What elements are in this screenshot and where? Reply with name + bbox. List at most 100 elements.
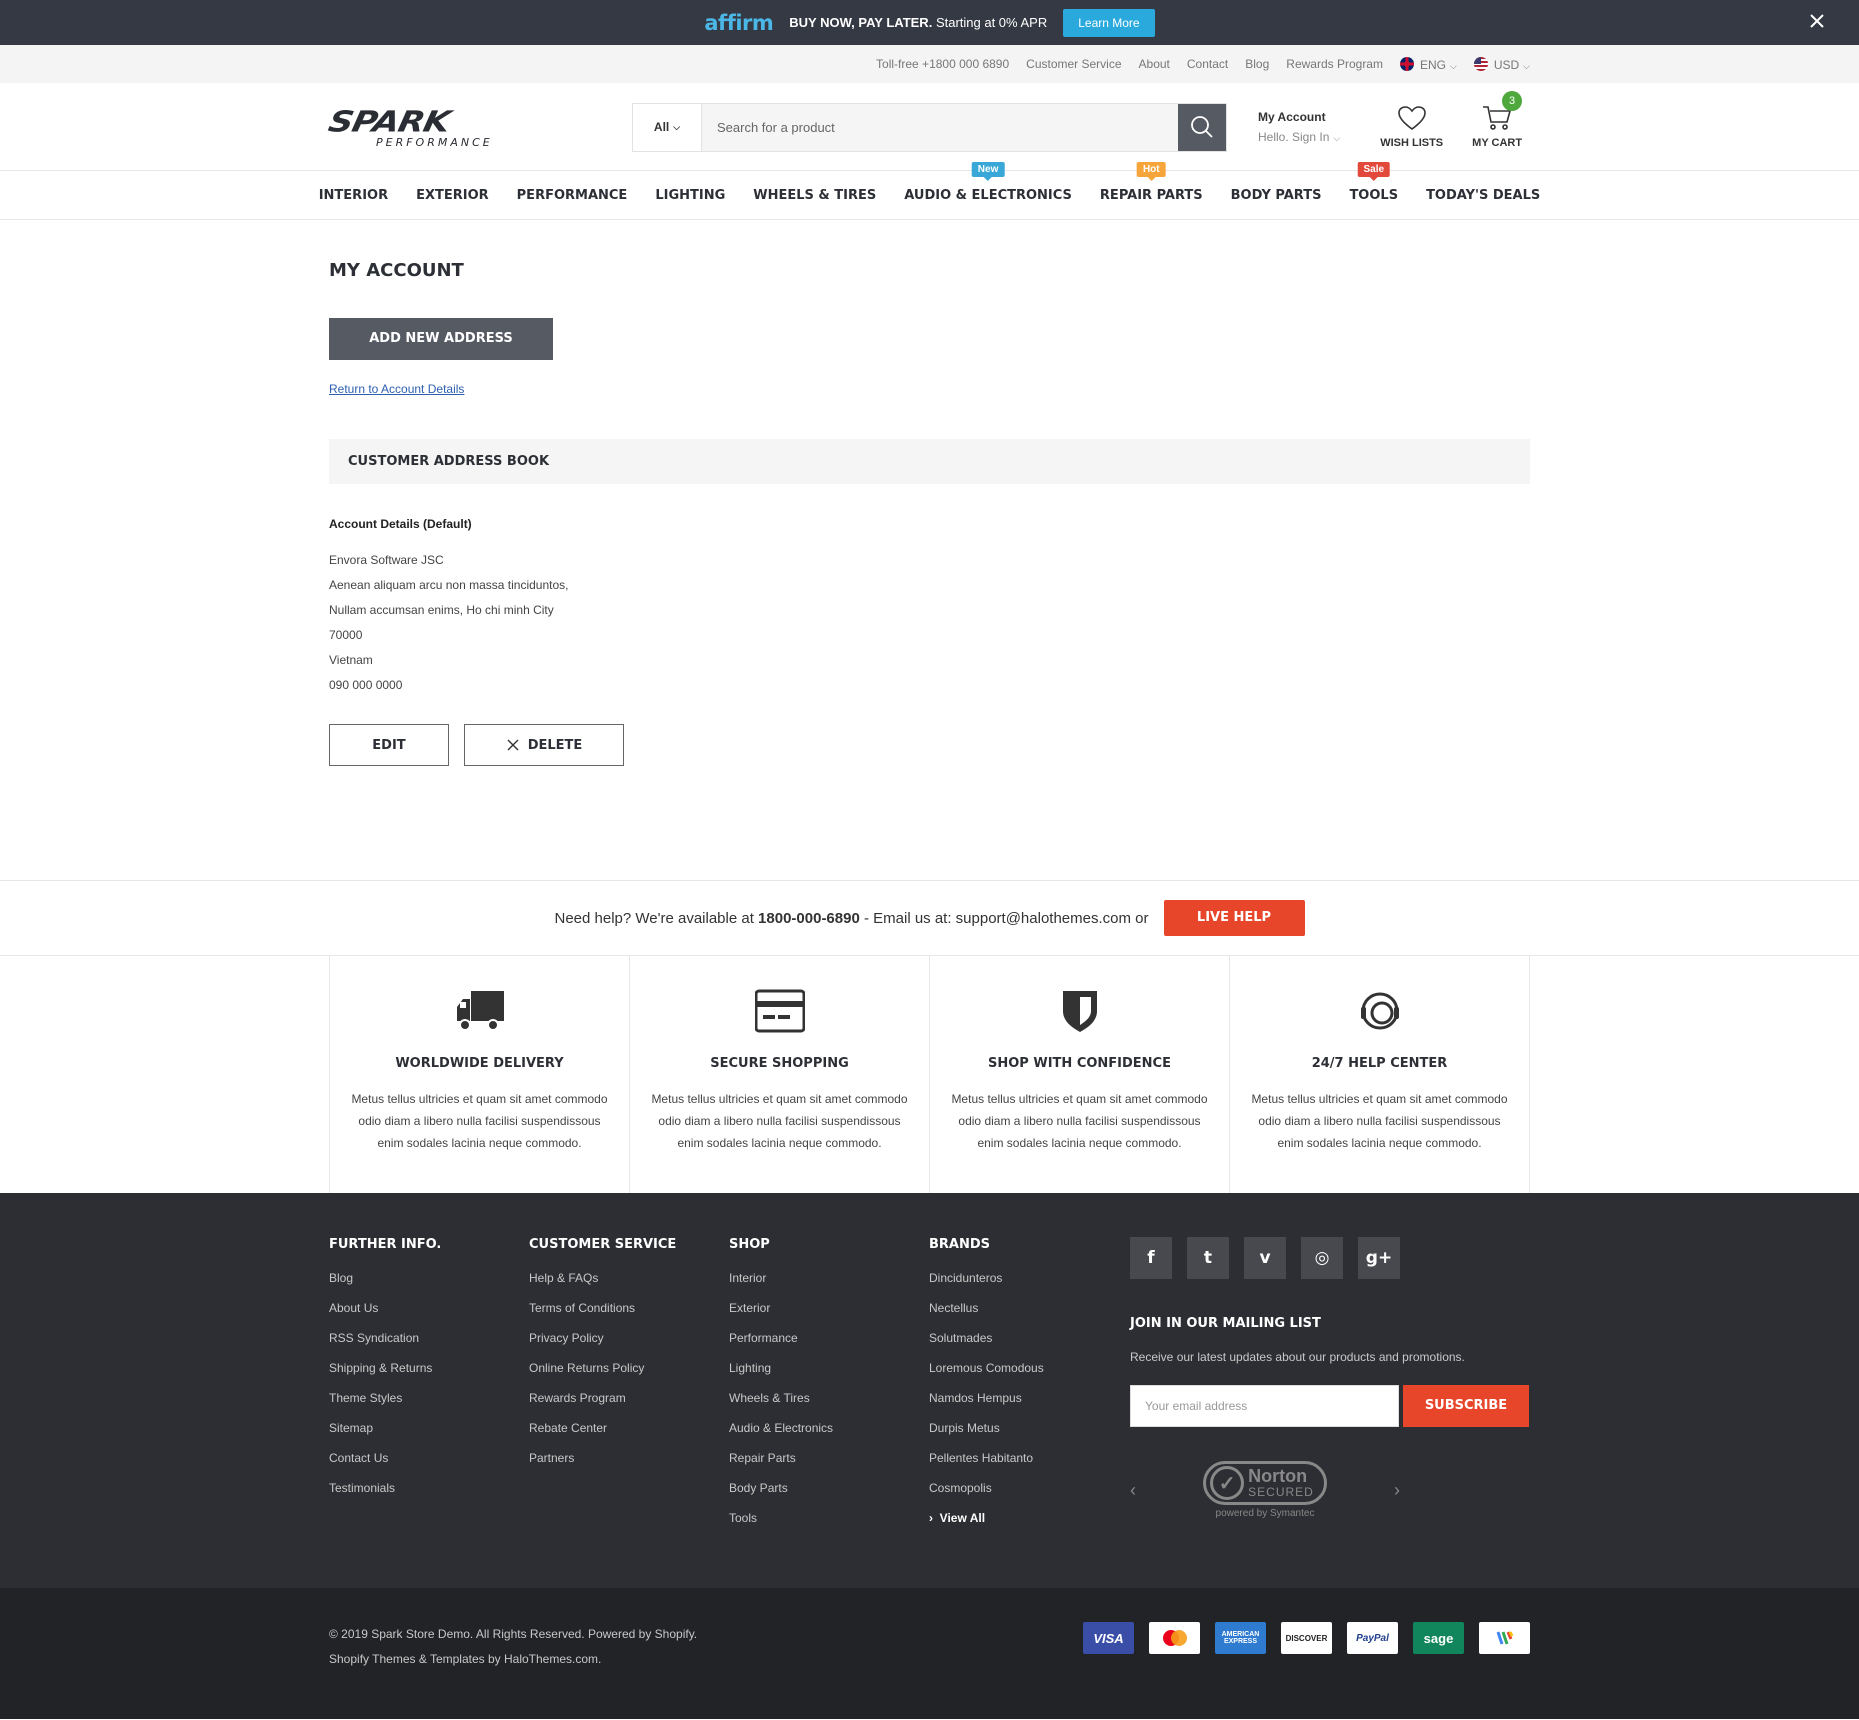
topbar-link-contact[interactable]: Contact — [1187, 57, 1228, 71]
account-menu[interactable]: My Account Hello. Sign In ⌵ — [1258, 107, 1340, 148]
instagram-icon[interactable]: ◎ — [1301, 1237, 1343, 1279]
view-all-brands-link[interactable]: › View All — [929, 1511, 1129, 1541]
footer-link[interactable]: About Us — [329, 1301, 529, 1331]
footer-link[interactable]: Cosmopolis — [929, 1481, 1129, 1511]
live-help-button[interactable]: LIVE HELP — [1163, 900, 1305, 936]
topbar-link-customer-service[interactable]: Customer Service — [1026, 57, 1121, 71]
search-category-select[interactable]: All ⌵ — [633, 103, 702, 151]
chevron-right-icon[interactable]: › — [1394, 1480, 1400, 1501]
return-to-account-link[interactable]: Return to Account Details — [329, 382, 1530, 396]
help-strip: Need help? We're available at 1800-000-6… — [0, 880, 1859, 956]
address-block: Envora Software JSC Aenean aliquam arcu … — [329, 548, 1530, 698]
language-selector[interactable]: ENG ⌵ — [1399, 56, 1457, 72]
wish-lists-button[interactable]: WISH LISTS — [1380, 105, 1443, 149]
footer-link[interactable]: Lighting — [729, 1361, 929, 1391]
newsletter-form: SUBSCRIBE — [1130, 1385, 1530, 1427]
footer-link[interactable]: Performance — [729, 1331, 929, 1361]
footer-link[interactable]: Loremous Comodous — [929, 1361, 1129, 1391]
footer-link[interactable]: Tools — [729, 1511, 929, 1541]
nav-item-tools[interactable]: TOOLS Sale — [1335, 162, 1412, 203]
site-logo[interactable]: SPARK PERFORMANCE — [325, 102, 535, 152]
add-new-address-button[interactable]: ADD NEW ADDRESS — [329, 318, 553, 360]
chevron-down-icon: ⌵ — [1450, 60, 1457, 71]
edit-address-button[interactable]: EDIT — [329, 724, 449, 766]
footer-link[interactable]: Partners — [529, 1451, 729, 1481]
currency-value: USD — [1493, 57, 1520, 72]
logo-subtitle: PERFORMANCE — [376, 136, 493, 149]
footer-link[interactable]: Pellentes Habitanto — [929, 1451, 1129, 1481]
footer-link[interactable]: Interior — [729, 1271, 929, 1301]
help-text: Need help? We're available at — [554, 909, 754, 927]
nav-item-wheels-tires[interactable]: WHEELS & TIRES — [739, 188, 890, 203]
footer-link[interactable]: Theme Styles — [329, 1391, 529, 1421]
nav-item-body-parts[interactable]: BODY PARTS — [1217, 188, 1336, 203]
twitter-icon[interactable]: t — [1187, 1237, 1229, 1279]
footer-link[interactable]: Audio & Electronics — [729, 1421, 929, 1451]
nav-item-audio-electronics[interactable]: AUDIO & ELECTRONICS New — [890, 162, 1086, 203]
subscribe-button[interactable]: SUBSCRIBE — [1403, 1385, 1529, 1427]
footer-link[interactable]: Blog — [329, 1271, 529, 1301]
feature-title: SECURE SHOPPING — [710, 1056, 849, 1071]
feature-desc: Metus tellus ultricies et quam sit amet … — [351, 1092, 608, 1150]
footer-link[interactable]: Rebate Center — [529, 1421, 729, 1451]
learn-more-button[interactable]: Learn More — [1063, 8, 1155, 37]
footer-link[interactable]: Terms of Conditions — [529, 1301, 729, 1331]
vimeo-icon[interactable]: v — [1244, 1237, 1286, 1279]
affirm-logo: affirm — [704, 10, 774, 35]
footer-link[interactable]: Namdos Hempus — [929, 1391, 1129, 1421]
paypal-icon: PayPal — [1347, 1622, 1398, 1654]
feature-desc: Metus tellus ultricies et quam sit amet … — [1251, 1092, 1508, 1150]
search-button[interactable] — [1178, 103, 1226, 151]
footer-link[interactable]: Sitemap — [329, 1421, 529, 1451]
search-bar: All ⌵ — [632, 102, 1227, 152]
footer-link[interactable]: Online Returns Policy — [529, 1361, 729, 1391]
new-badge: New — [971, 162, 1005, 181]
top-bar: Toll-free +1800 000 6890 Customer Servic… — [0, 45, 1859, 83]
facebook-icon[interactable]: f — [1130, 1237, 1172, 1279]
topbar-link-blog[interactable]: Blog — [1245, 57, 1269, 71]
nav-item-interior[interactable]: INTERIOR — [305, 188, 402, 203]
nav-item-repair-parts[interactable]: REPAIR PARTS Hot — [1086, 162, 1217, 203]
footer-col-title: CUSTOMER SERVICE — [529, 1237, 677, 1252]
footer-link[interactable]: Wheels & Tires — [729, 1391, 929, 1421]
delete-address-button[interactable]: DELETE — [464, 724, 624, 766]
footer-link[interactable]: Exterior — [729, 1301, 929, 1331]
search-input[interactable] — [702, 103, 1178, 151]
footer-link[interactable]: Rewards Program — [529, 1391, 729, 1421]
footer-link[interactable]: Durpis Metus — [929, 1421, 1129, 1451]
footer-link[interactable]: Repair Parts — [729, 1451, 929, 1481]
cart-button[interactable]: MY CART 3 — [1472, 91, 1523, 149]
footer-link[interactable]: Privacy Policy — [529, 1331, 729, 1361]
address-line-2: Nullam accumsan enims, Ho chi minh City — [329, 603, 554, 617]
currency-selector[interactable]: USD ⌵ — [1473, 56, 1530, 72]
topbar-link-rewards[interactable]: Rewards Program — [1286, 57, 1383, 71]
nav-item-performance[interactable]: PERFORMANCE — [503, 188, 642, 203]
footer-link[interactable]: Body Parts — [729, 1481, 929, 1511]
footer-link[interactable]: Contact Us — [329, 1451, 529, 1481]
nav-item-exterior[interactable]: EXTERIOR — [402, 188, 503, 203]
google-plus-icon[interactable]: g+ — [1358, 1237, 1400, 1279]
footer-link[interactable]: Solutmades — [929, 1331, 1129, 1361]
footer-link[interactable]: Shipping & Returns — [329, 1361, 529, 1391]
footer-link[interactable]: Nectellus — [929, 1301, 1129, 1331]
footer-col-customer-service: CUSTOMER SERVICE Help & FAQs Terms of Co… — [529, 1237, 729, 1541]
footer-link[interactable]: Dincidunteros — [929, 1271, 1129, 1301]
heart-icon — [1397, 106, 1426, 130]
nav-item-todays-deals[interactable]: TODAY'S DEALS — [1412, 188, 1554, 203]
footer-link[interactable]: RSS Syndication — [329, 1331, 529, 1361]
footer-link[interactable]: Help & FAQs — [529, 1271, 729, 1301]
chevron-left-icon[interactable]: ‹ — [1130, 1480, 1136, 1501]
google-wallet-icon — [1479, 1622, 1530, 1654]
close-icon[interactable] — [1807, 11, 1827, 31]
address-country: Vietnam — [329, 653, 373, 667]
visa-icon: VISA — [1083, 1622, 1134, 1654]
close-icon — [507, 739, 519, 751]
email-field[interactable] — [1130, 1385, 1399, 1427]
address-title: Account Details (Default) — [329, 517, 472, 531]
mailing-title: JOIN IN OUR MAILING LIST — [1130, 1316, 1321, 1331]
truck-icon — [456, 991, 504, 1031]
footer-link[interactable]: Testimonials — [329, 1481, 529, 1511]
nav-item-lighting[interactable]: LIGHTING — [641, 188, 739, 203]
logo-wordmark: SPARK — [325, 105, 453, 139]
topbar-link-about[interactable]: About — [1139, 57, 1170, 71]
